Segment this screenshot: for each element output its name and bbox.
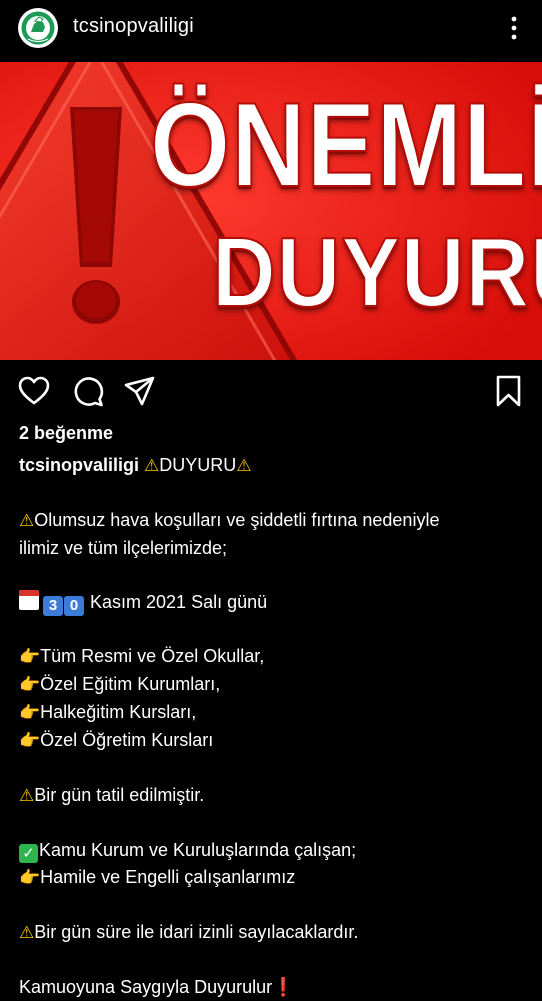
likes-count[interactable]: 2 beğenme (19, 423, 113, 444)
warning-icon: ⚠ (19, 923, 35, 943)
digit-badge: 3 (43, 596, 63, 616)
pointing-hand-icon: 👉 (19, 647, 41, 667)
caption-text: Olumsuz hava koşulları ve şiddetli fırtı… (34, 510, 440, 530)
caption-line: Kamuoyuna Saygıyla Duyurulur❗ (19, 974, 529, 1001)
post-username[interactable]: tcsinopvaliligi (73, 15, 194, 38)
warning-icon: ⚠ (144, 456, 160, 476)
caption-title: DUYURU (159, 455, 237, 475)
caption-text: Bir gün süre ile idari izinli sayılacakl… (34, 922, 359, 942)
calendar-icon (19, 590, 39, 610)
post-image[interactable]: ÖNEMLİ DUYURU (0, 62, 542, 360)
action-bar (0, 360, 542, 422)
bookmark-icon[interactable] (492, 374, 526, 408)
caption-list-item: 👉Halkeğitim Kursları, (19, 699, 529, 727)
caption-list-item: 👉Özel Eğitim Kurumları, (19, 671, 529, 699)
pointing-hand-icon: 👉 (19, 703, 41, 723)
caption-list-item: 👉Özel Öğretim Kursları (19, 727, 529, 755)
warning-icon: ⚠ (19, 786, 35, 806)
check-icon: ✓ (19, 844, 38, 863)
caption-line: ilimiz ve tüm ilçelerimizde; (19, 535, 529, 562)
caption-text: Özel Eğitim Kurumları, (40, 674, 221, 694)
caption-text: Halkeğitim Kursları, (40, 702, 197, 722)
caption-line: ⚠Bir gün tatil edilmiştir. (19, 782, 529, 810)
post-caption: tcsinopvaliligi ⚠DUYURU⚠ ⚠Olumsuz hava k… (19, 452, 529, 1001)
avatar[interactable] (18, 8, 58, 48)
caption-text: ilimiz ve tüm ilçelerimizde; (19, 538, 228, 558)
comment-icon[interactable] (71, 374, 105, 408)
caption-line: ⚠Bir gün süre ile idari izinli sayılacak… (19, 919, 529, 947)
caption-text: Özel Öğretim Kursları (40, 730, 214, 750)
caption-text: Bir gün tatil edilmiştir. (34, 785, 205, 805)
caption-username[interactable]: tcsinopvaliligi (19, 455, 139, 475)
caption-text: Hamile ve Engelli çalışanlarımız (40, 867, 296, 887)
caption-line: ✓ Kamu Kurum ve Kuruluşlarında çalışan; (19, 837, 529, 864)
avatar-logo-icon (19, 9, 57, 47)
caption-list-item: 👉Tüm Resmi ve Özel Okullar, (19, 643, 529, 671)
caption-date-text: Kasım 2021 Salı günü (90, 592, 268, 612)
warning-icon: ⚠ (236, 456, 252, 476)
caption-text: Tüm Resmi ve Özel Okullar, (40, 646, 265, 666)
post-header: tcsinopvaliligi (0, 0, 542, 62)
pointing-hand-icon: 👉 (19, 868, 41, 888)
banner-subtitle: DUYURU (211, 216, 542, 328)
caption-line: ⚠Olumsuz hava koşulları ve şiddetli fırt… (19, 507, 529, 535)
caption-line: 👉Hamile ve Engelli çalışanlarımız (19, 864, 529, 892)
warning-icon: ⚠ (19, 511, 35, 531)
share-icon[interactable] (123, 374, 157, 408)
more-options-icon[interactable] (506, 14, 522, 42)
pointing-hand-icon: 👉 (19, 731, 41, 751)
caption-date-line: 30 Kasım 2021 Salı günü (19, 589, 529, 616)
caption-text: Kamuoyuna Saygıyla Duyurulur (19, 977, 273, 997)
pointing-hand-icon: 👉 (19, 675, 41, 695)
caption-text: Kamu Kurum ve Kuruluşlarında çalışan; (39, 840, 357, 860)
exclamation-icon: ❗ (272, 977, 295, 997)
banner-title: ÖNEMLİ (149, 78, 542, 212)
caption-header: tcsinopvaliligi ⚠DUYURU⚠ (19, 452, 529, 480)
digit-badge: 0 (64, 596, 84, 616)
heart-icon[interactable] (17, 374, 51, 408)
